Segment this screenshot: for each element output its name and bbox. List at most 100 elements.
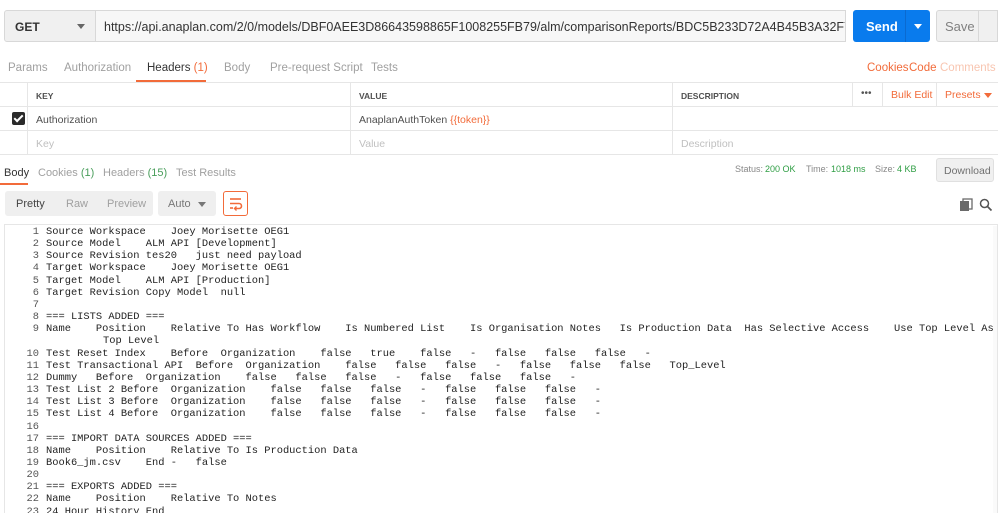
wrap-lines-icon [230,198,243,211]
line-text: Source Revision tes20 just need payload [46,250,302,263]
line-text: Book6_jm.csv End - false [46,456,227,469]
line-number: 7 [32,298,39,311]
tab-authorization[interactable]: Authorization [64,62,131,74]
status-label: Status: [735,164,764,174]
line-number: 11 [26,359,39,372]
table-header-row: KEY VALUE DESCRIPTION ••• Bulk Edit Pres… [0,83,998,107]
copy-icon[interactable] [959,198,973,212]
pretty-button[interactable]: Pretty [16,198,45,210]
line-number: 16 [26,420,39,433]
tab-response-cookies[interactable]: Cookies (1) [38,167,94,179]
send-button[interactable]: Send [853,10,930,42]
search-icon[interactable] [979,198,993,212]
header-enabled-checkbox[interactable] [12,112,25,125]
url-input[interactable]: https://api.anaplan.com/2/0/models/DBF0A… [96,10,846,42]
line-number: 8 [32,311,39,324]
line-text: Test List 3 Before Organization false fa… [46,396,601,409]
line-number: 10 [26,347,39,360]
tab-params[interactable]: Params [8,62,48,74]
code-line: 22 Name Position Relative To Notes [5,493,995,505]
new-description-input[interactable]: Description [672,131,998,154]
send-label: Send [866,19,898,34]
preview-button[interactable]: Preview [107,198,146,210]
headers-count-badge: (15) [147,167,168,179]
tab-response-body[interactable]: Body [4,167,29,179]
line-number: 20 [26,469,39,482]
tab-tests[interactable]: Tests [371,62,398,74]
code-line: 14 Test List 3 Before Organization false … [5,396,995,408]
chevron-down-icon [77,24,85,29]
line-number: 12 [26,371,39,384]
code-line: 9 Name Position Relative To Has Workflow … [5,323,995,335]
status-value[interactable]: 200 OK [765,164,796,174]
column-header-description: DESCRIPTION [672,83,852,106]
language-select[interactable]: Auto [158,191,216,216]
code-line: 6 Target Revision Copy Model null [5,287,995,299]
code-line: 19 Book6_jm.csv End - false [5,457,995,469]
line-text: Dummy Before Organization false false fa… [46,371,577,384]
comments-link[interactable]: Comments (0 [940,62,998,74]
code-line: 3 Source Revision tes20 just need payload [5,250,995,262]
line-number: 5 [32,274,39,287]
raw-button[interactable]: Raw [66,198,88,210]
code-line: 23 24 Hour History End [5,506,995,513]
code-line: 12 Dummy Before Organization false false … [5,372,995,384]
cookies-link[interactable]: Cookies [867,62,909,74]
line-number: 23 [26,505,39,513]
header-description-cell[interactable] [672,107,998,130]
new-value-input[interactable]: Value [350,131,675,154]
code-line: 2 Source Model ALM API [Development] [5,238,995,250]
request-tabs: Params Authorization Headers (1) Body Pr… [0,56,998,82]
headers-count-badge: (1) [193,62,208,74]
header-value-cell[interactable]: AnaplanAuthToken {{token}} [350,107,675,130]
table-row-empty: Key Value Description [0,131,998,155]
line-number [5,335,39,347]
line-text: Source Model ALM API [Development] [46,238,277,251]
more-options-icon[interactable]: ••• [852,83,882,106]
code-line: 18 Name Position Relative To Is Productio… [5,445,995,457]
chevron-down-icon[interactable] [914,24,922,29]
time-value[interactable]: 1018 ms [831,164,866,174]
language-label: Auto [168,198,191,210]
line-text: Target Model ALM API [Production] [46,274,271,287]
header-key-cell[interactable]: Authorization [27,107,354,130]
tab-test-results[interactable]: Test Results [176,167,236,179]
line-text: Name Position Relative To Has Workflow I… [46,323,998,336]
code-line: 10 Test Reset Index Before Organization f… [5,348,995,360]
save-button[interactable]: Save [936,10,998,42]
code-line: 5 Target Model ALM API [Production] [5,275,995,287]
line-number: 15 [26,408,39,421]
tab-prerequest-script[interactable]: Pre-request Script [270,62,363,74]
code-line: 8 === LISTS ADDED === [5,311,995,323]
code-link[interactable]: Code [909,62,937,74]
size-value[interactable]: 4 KB [897,164,917,174]
token-variable: {{token}} [450,114,490,126]
code-line: 1 Source Workspace Joey Morisette OEG1 [5,226,995,238]
code-line: 4 Target Workspace Joey Morisette OEG1 [5,262,995,274]
active-tab-underline [0,183,28,185]
scrollbar[interactable] [993,226,997,513]
wrap-lines-button[interactable] [223,191,248,216]
code-line: 16 [5,421,995,433]
line-number: 18 [26,444,39,457]
tab-body[interactable]: Body [224,62,250,74]
line-number: 13 [26,384,39,397]
method-select[interactable]: GET [4,10,96,42]
format-toolbar: Pretty Raw Preview Auto [0,188,998,222]
download-button[interactable]: Download [936,158,994,182]
line-text: Target Workspace Joey Morisette OEG1 [46,262,290,275]
column-header-value: VALUE [350,83,675,106]
code-line: 15 Test List 4 Before Organization false … [5,408,995,420]
code-line: Top Level [5,335,995,347]
line-number: 6 [32,286,39,299]
tab-response-headers[interactable]: Headers (15) [103,167,167,179]
bulk-edit-link[interactable]: Bulk Edit [882,83,936,106]
line-number: 9 [32,323,39,336]
presets-dropdown[interactable]: Presets [936,83,998,106]
response-body[interactable]: 1 Source Workspace Joey Morisette OEG1 2 So… [4,224,998,513]
chevron-down-icon [983,92,992,98]
line-text: Top Level [103,335,160,348]
tab-headers[interactable]: Headers (1) [147,62,208,74]
new-key-input[interactable]: Key [27,131,354,154]
line-number: 17 [26,432,39,445]
